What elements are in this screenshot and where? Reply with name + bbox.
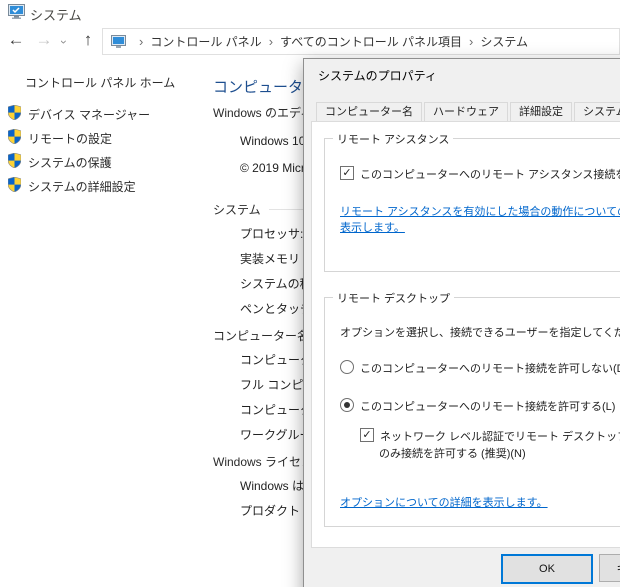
sidebar-item-label: システムの詳細設定	[28, 179, 136, 194]
allow-remote-connections-radio[interactable]	[340, 398, 354, 412]
window-titlebar: システム	[0, 0, 620, 24]
system-monitor-icon	[8, 4, 25, 24]
remote-tab-page: リモート アシスタンス ✓ このコンピューターへのリモート アシスタンス接続を許…	[311, 121, 620, 548]
nla-checkbox[interactable]: ✓	[360, 428, 374, 442]
sidebar-item-label: デバイス マネージャー	[28, 107, 151, 122]
breadcrumb-separator: ›	[268, 34, 274, 49]
sidebar-item-label: リモートの設定	[28, 131, 113, 146]
remote-desktop-instruction: オプションを選択し、接続できるユーザーを指定してください。	[340, 327, 620, 339]
system-properties-dialog: システムのプロパティ コンピューター名 ハードウェア 詳細設定 システムの保護 …	[303, 58, 620, 587]
sidebar-item-advanced-settings[interactable]: システムの詳細設定	[7, 176, 136, 195]
breadcrumb-separator: ›	[469, 34, 474, 49]
ok-button[interactable]: OK	[501, 554, 593, 584]
tab-advanced[interactable]: 詳細設定	[510, 102, 572, 122]
tab-hardware[interactable]: ハードウェア	[424, 102, 508, 122]
back-button[interactable]: ←	[4, 28, 28, 52]
tab-computer-name[interactable]: コンピューター名	[316, 102, 422, 122]
uac-shield-icon	[7, 128, 22, 147]
remote-assistance-help-link[interactable]: リモート アシスタンスを有効にした場合の動作についての詳細を 表示します。	[340, 204, 620, 236]
remote-assistance-checkbox-label: このコンピューターへのリモート アシスタンス接続を許可する(R)	[360, 169, 620, 181]
remote-assistance-checkbox-row[interactable]: ✓ このコンピューターへのリモート アシスタンス接続を許可する(R)	[340, 166, 620, 182]
uac-shield-icon	[7, 104, 22, 123]
nla-checkbox-row[interactable]: ✓ ネットワーク レベル認証でリモート デスクトップを実行し	[360, 428, 620, 444]
navigation-toolbar: ← → › ↑ › コントロール パネル › すべてのコントロール パネル項目 …	[0, 26, 620, 56]
address-bar[interactable]: › コントロール パネル › すべてのコントロール パネル項目 › システム	[102, 28, 620, 55]
breadcrumb-separator: ›	[139, 34, 144, 49]
breadcrumb-system-icon	[111, 35, 126, 48]
sidebar-item-label: システムの保護	[28, 155, 112, 170]
dialog-tab-strip: コンピューター名 ハードウェア 詳細設定 システムの保護 リモート	[316, 99, 620, 122]
deny-radio-label: このコンピューターへのリモート接続を許可しない(D)	[360, 363, 620, 375]
breadcrumb-control-panel[interactable]: コントロール パネル	[150, 33, 261, 50]
system-control-panel-window: システム ← → › ↑ › コントロール パネル › すべてのコントロール パ…	[0, 0, 620, 587]
uac-shield-icon	[7, 176, 22, 195]
nla-checkbox-label-line2: のみ接続を許可する (推奨)(N)	[379, 448, 526, 460]
window-title: システム	[30, 8, 82, 23]
dialog-title: システムのプロパティ	[318, 69, 437, 83]
allow-radio-label: このコンピューターへのリモート接続を許可する(L)	[360, 401, 616, 413]
remote-assistance-checkbox[interactable]: ✓	[340, 166, 354, 180]
uac-shield-icon	[7, 152, 22, 171]
remote-desktop-group-label: リモート デスクトップ	[333, 290, 455, 306]
nla-checkbox-label-line1: ネットワーク レベル認証でリモート デスクトップを実行し	[380, 431, 620, 443]
history-chevron-icon[interactable]: ›	[56, 30, 72, 54]
sidebar-item-remote-settings[interactable]: リモートの設定	[7, 128, 113, 147]
sidebar-item-system-protection[interactable]: システムの保護	[7, 152, 112, 171]
deny-remote-connections-radio[interactable]	[340, 360, 354, 374]
breadcrumb-system[interactable]: システム	[480, 33, 528, 50]
deny-remote-connections-radio-row[interactable]: このコンピューターへのリモート接続を許可しない(D)	[340, 360, 620, 376]
cancel-button[interactable]: キャンセル	[599, 554, 620, 582]
remote-assistance-group-label: リモート アシスタンス	[333, 131, 454, 147]
tab-system-protection[interactable]: システムの保護	[574, 102, 620, 122]
breadcrumb-all-items[interactable]: すべてのコントロール パネル項目	[280, 33, 462, 50]
up-button[interactable]: ↑	[76, 28, 100, 52]
allow-remote-connections-radio-row[interactable]: このコンピューターへのリモート接続を許可する(L)	[340, 398, 615, 414]
sidebar-item-device-manager[interactable]: デバイス マネージャー	[7, 104, 151, 123]
remote-desktop-help-link[interactable]: オプションについての詳細を表示します。	[340, 494, 548, 510]
sidebar-control-panel-home[interactable]: コントロール パネル ホーム	[25, 74, 175, 91]
